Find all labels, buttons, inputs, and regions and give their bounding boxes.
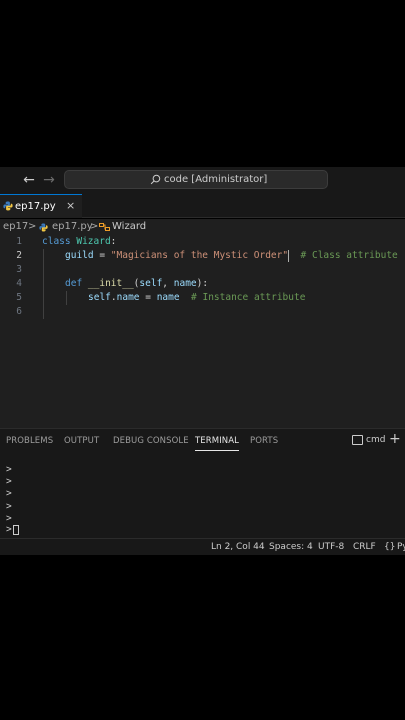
letterbox-top — [0, 0, 405, 167]
terminal-kind-label[interactable]: cmd — [366, 435, 385, 446]
line-number: 4 — [16, 278, 22, 289]
code-line[interactable]: 4 def __init__(self, name): — [0, 277, 405, 291]
cursor-position[interactable]: Ln 2, Col 44 — [211, 539, 265, 555]
code-token: = — [139, 292, 157, 303]
breadcrumb-symbol[interactable]: Wizard — [112, 219, 146, 235]
code-token: , — [162, 278, 174, 289]
terminal-line: > — [6, 488, 12, 499]
tab-debug-console[interactable]: DEBUG CONSOLE — [113, 436, 189, 447]
letterbox-bottom — [0, 555, 405, 720]
code-token: guild — [65, 250, 94, 261]
terminal[interactable]: > > > > > > — [0, 452, 405, 538]
code-token: "Magicians of the Mystic Order" — [110, 250, 289, 261]
tab-problems[interactable]: PROBLEMS — [6, 436, 53, 447]
breadcrumb-separator-icon: > — [90, 221, 99, 232]
tab-ep17-py[interactable]: ep17.py × — [0, 194, 82, 218]
end-of-line[interactable]: CRLF — [353, 539, 376, 555]
tab-terminal[interactable]: TERMINAL — [195, 436, 240, 451]
line-number: 5 — [16, 292, 22, 303]
python-file-icon — [39, 223, 48, 232]
breadcrumb-file[interactable]: ep17.py — [52, 219, 93, 235]
language-mode[interactable]: Py — [397, 539, 405, 555]
line-number: 6 — [16, 306, 22, 317]
code-token: Wizard — [76, 236, 111, 247]
breadcrumb: ep17 > ep17.py > Wizard — [0, 219, 405, 235]
code-token: # Instance attribute — [191, 292, 306, 303]
code-line[interactable]: 1 class Wizard: — [0, 235, 405, 249]
line-number: 3 — [16, 264, 22, 275]
command-center-label: code [Administrator] — [164, 174, 268, 185]
code-token: : — [110, 236, 117, 247]
encoding[interactable]: UTF-8 — [318, 539, 344, 555]
add-terminal-icon[interactable]: + — [389, 432, 401, 446]
search-icon — [150, 174, 161, 185]
code-token: name — [156, 292, 180, 303]
line-number: 2 — [16, 250, 22, 261]
breadcrumb-folder[interactable]: ep17 — [3, 219, 28, 235]
panel-tab-bar: PROBLEMS OUTPUT DEBUG CONSOLE TERMINAL P… — [0, 428, 405, 452]
code-line[interactable]: 2 guild = "Magicians of the Mystic Order"… — [0, 249, 405, 263]
command-center[interactable]: code [Administrator] — [64, 170, 328, 189]
code-text: def __init__(self, name): — [65, 277, 208, 291]
close-icon[interactable]: × — [66, 199, 75, 212]
terminal-line: > — [6, 501, 12, 512]
terminal-prompt: > — [6, 524, 12, 535]
tab-ports[interactable]: PORTS — [250, 436, 278, 447]
code-token: self — [139, 278, 163, 289]
code-text: guild = "Magicians of the Mystic Order" … — [65, 249, 398, 263]
code-token: class — [42, 236, 71, 247]
code-text: class Wizard: — [42, 235, 116, 249]
forward-arrow-icon[interactable]: → — [40, 171, 58, 189]
language-mode-icon[interactable]: {} — [384, 539, 395, 555]
terminal-cursor — [12, 524, 19, 535]
code-token: name — [173, 278, 197, 289]
code-token: # Class attribute — [300, 250, 398, 261]
indentation[interactable]: Spaces: 4 — [269, 539, 313, 555]
back-arrow-icon[interactable]: ← — [20, 171, 38, 189]
terminal-line: > — [6, 464, 12, 475]
code-token: __init__ — [87, 278, 134, 289]
terminal-line: > — [6, 476, 12, 487]
code-token: name — [116, 292, 140, 303]
tab-label: ep17.py — [15, 201, 56, 212]
code-token: def — [65, 278, 83, 289]
line-number: 1 — [16, 236, 22, 247]
breadcrumb-separator-icon: > — [28, 221, 37, 232]
python-file-icon — [3, 201, 13, 211]
status-bar: Ln 2, Col 44 Spaces: 4 UTF-8 CRLF {} Py — [0, 538, 405, 555]
code-line[interactable]: 5 self.name = name # Instance attribute — [0, 291, 405, 305]
terminal-prompt-line[interactable]: > — [6, 524, 19, 536]
code-line[interactable]: 6 — [0, 305, 405, 319]
terminal-icon[interactable] — [352, 435, 363, 445]
code-editor[interactable]: 1 class Wizard: 2 guild = "Magicians of the… — [0, 235, 405, 428]
code-token: self — [88, 292, 111, 303]
tab-output[interactable]: OUTPUT — [64, 436, 99, 447]
editor-tab-bar: ep17.py × — [0, 194, 405, 218]
code-line[interactable]: 3 — [0, 263, 405, 277]
code-token: ): — [196, 278, 209, 289]
code-text: self.name = name # Instance attribute — [88, 291, 305, 305]
class-symbol-icon — [99, 223, 110, 231]
code-token: = — [93, 250, 111, 261]
